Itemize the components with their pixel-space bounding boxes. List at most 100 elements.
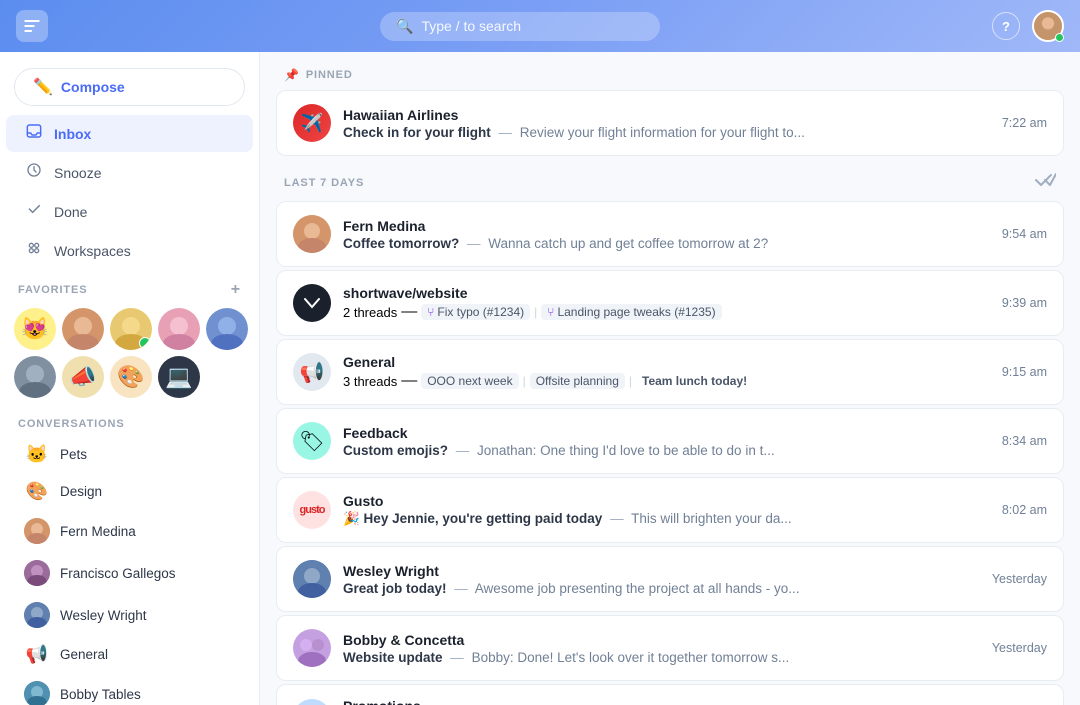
email-row[interactable]: 🏷 Promotions 12 threads — Loom |: [276, 684, 1064, 705]
bobby-tables-avatar: [24, 681, 50, 705]
sidebar-item-bobby-tables[interactable]: Bobby Tables: [6, 674, 253, 705]
sidebar-item-pets[interactable]: 🐱 Pets: [6, 437, 253, 472]
app-logo[interactable]: [16, 10, 48, 42]
fern-medina-email-avatar: [293, 215, 331, 253]
sidebar-item-francisco-gallegos[interactable]: Francisco Gallegos: [6, 553, 253, 593]
email-row-content: Fern Medina Coffee tomorrow? — Wanna cat…: [343, 218, 990, 251]
compose-label: Compose: [61, 79, 125, 95]
email-content: 📌 PINNED ✈️ Hawaiian Airlines Check in f…: [260, 52, 1080, 705]
favorite-item-9[interactable]: 💻: [158, 356, 200, 398]
snooze-icon: [24, 162, 44, 183]
compose-button[interactable]: ✏️ Compose: [14, 68, 245, 106]
favorite-item-7[interactable]: 📣: [62, 356, 104, 398]
email-time: 9:15 am: [1002, 365, 1047, 379]
design-icon: 🎨: [24, 481, 50, 502]
topbar-actions: ?: [992, 10, 1064, 42]
email-row[interactable]: shortwave/website 2 threads — ⑂ Fix typo…: [276, 270, 1064, 336]
inbox-label: Inbox: [54, 126, 91, 142]
sidebar-item-general[interactable]: 📢 General: [6, 637, 253, 672]
pin-icon: 📌: [284, 68, 300, 82]
francisco-gallegos-avatar: [24, 560, 50, 586]
email-time: 7:22 am: [1002, 116, 1047, 130]
sidebar-item-done[interactable]: Done: [6, 193, 253, 230]
inbox-icon: [24, 123, 44, 144]
email-time: 9:54 am: [1002, 227, 1047, 241]
email-sender: shortwave/website: [343, 285, 990, 301]
email-row[interactable]: 📢 General 3 threads — OOO next week | Of…: [276, 339, 1064, 405]
email-row-content: Wesley Wright Great job today! — Awesome…: [343, 563, 980, 596]
email-subject: Great job today! — Awesome job presentin…: [343, 581, 980, 596]
email-sender: Bobby & Concetta: [343, 632, 980, 648]
sidebar-item-wesley-wright[interactable]: Wesley Wright: [6, 595, 253, 635]
email-row[interactable]: Fern Medina Coffee tomorrow? — Wanna cat…: [276, 201, 1064, 267]
pinned-label: 📌 PINNED: [284, 68, 353, 82]
email-row[interactable]: gusto Gusto 🎉 Hey Jennie, you're getting…: [276, 477, 1064, 543]
email-time: 9:39 am: [1002, 296, 1047, 310]
add-favorite-button[interactable]: +: [231, 282, 241, 298]
sidebar-item-fern-medina[interactable]: Fern Medina: [6, 511, 253, 551]
email-sender: Promotions: [343, 698, 980, 705]
done-icon: [24, 201, 44, 222]
bobby-concetta-avatar: [293, 629, 331, 667]
thread-tags: 2 threads — ⑂ Fix typo (#1234) | ⑂ Landi…: [343, 303, 990, 321]
hawaiian-airlines-avatar: ✈️: [293, 104, 331, 142]
favorite-item-8[interactable]: 🎨: [110, 356, 152, 398]
search-placeholder: Type / to search: [421, 18, 521, 34]
wesley-wright-email-avatar: [293, 560, 331, 598]
email-row-content: Promotions 12 threads — Loom |: [343, 698, 980, 705]
thread-tags: 3 threads — OOO next week | Offsite plan…: [343, 372, 990, 390]
favorite-item-4[interactable]: [158, 308, 200, 350]
sidebar-item-design[interactable]: 🎨 Design: [6, 474, 253, 509]
help-button[interactable]: ?: [992, 12, 1020, 40]
email-time: Yesterday: [992, 572, 1047, 586]
search-area: 🔍 Type / to search: [48, 12, 992, 41]
favorite-item-2[interactable]: [62, 308, 104, 350]
email-row-content: Feedback Custom emojis? — Jonathan: One …: [343, 425, 990, 458]
email-row[interactable]: Wesley Wright Great job today! — Awesome…: [276, 546, 1064, 612]
favorites-label: FAVORITES: [18, 284, 87, 296]
snooze-label: Snooze: [54, 165, 101, 181]
email-sender: Hawaiian Airlines: [343, 107, 990, 123]
sidebar-item-workspaces[interactable]: Workspaces: [6, 232, 253, 269]
last7days-section: LAST 7 DAYS: [260, 156, 1080, 201]
francisco-gallegos-label: Francisco Gallegos: [60, 566, 176, 581]
gusto-avatar: gusto: [293, 491, 331, 529]
email-sender: Fern Medina: [343, 218, 990, 234]
fern-medina-label: Fern Medina: [60, 524, 136, 539]
email-row[interactable]: 🏷 Feedback Custom emojis? — Jonathan: On…: [276, 408, 1064, 474]
email-time: 8:34 am: [1002, 434, 1047, 448]
design-label: Design: [60, 484, 102, 499]
conversations-section-header: CONVERSATIONS: [0, 406, 259, 436]
sidebar-item-snooze[interactable]: Snooze: [6, 154, 253, 191]
general-label: General: [60, 647, 108, 662]
sidebar-item-inbox[interactable]: Inbox: [6, 115, 253, 152]
fern-medina-avatar: [24, 518, 50, 544]
pinned-email-list: ✈️ Hawaiian Airlines Check in for your f…: [260, 90, 1080, 156]
email-time: 8:02 am: [1002, 503, 1047, 517]
favorites-grid: 😻 📣 🎨 💻: [0, 304, 259, 406]
pets-label: Pets: [60, 447, 87, 462]
compose-icon: ✏️: [33, 77, 53, 97]
email-row[interactable]: ✈️ Hawaiian Airlines Check in for your f…: [276, 90, 1064, 156]
email-sender: Wesley Wright: [343, 563, 980, 579]
search-icon: 🔍: [396, 18, 413, 35]
general-email-avatar: 📢: [293, 353, 331, 391]
email-row[interactable]: Bobby & Concetta Website update — Bobby:…: [276, 615, 1064, 681]
user-avatar-button[interactable]: [1032, 10, 1064, 42]
favorite-item-6[interactable]: [14, 356, 56, 398]
workspaces-label: Workspaces: [54, 243, 131, 259]
email-subject: Website update — Bobby: Done! Let's look…: [343, 650, 980, 665]
favorite-item-5[interactable]: [206, 308, 248, 350]
favorite-item-1[interactable]: 😻: [14, 308, 56, 350]
email-row-content: shortwave/website 2 threads — ⑂ Fix typo…: [343, 285, 990, 321]
pinned-section: 📌 PINNED: [260, 52, 1080, 90]
shortwave-avatar: [293, 284, 331, 322]
last7days-email-list: Fern Medina Coffee tomorrow? — Wanna cat…: [260, 201, 1080, 705]
mark-all-read-button[interactable]: [1034, 172, 1056, 193]
favorites-section-header: FAVORITES +: [0, 270, 259, 304]
email-subject: 🎉 Hey Jennie, you're getting paid today …: [343, 511, 990, 527]
search-box[interactable]: 🔍 Type / to search: [380, 12, 660, 41]
favorite-item-3[interactable]: [110, 308, 152, 350]
pets-icon: 🐱: [24, 444, 50, 465]
email-sender: Gusto: [343, 493, 990, 509]
